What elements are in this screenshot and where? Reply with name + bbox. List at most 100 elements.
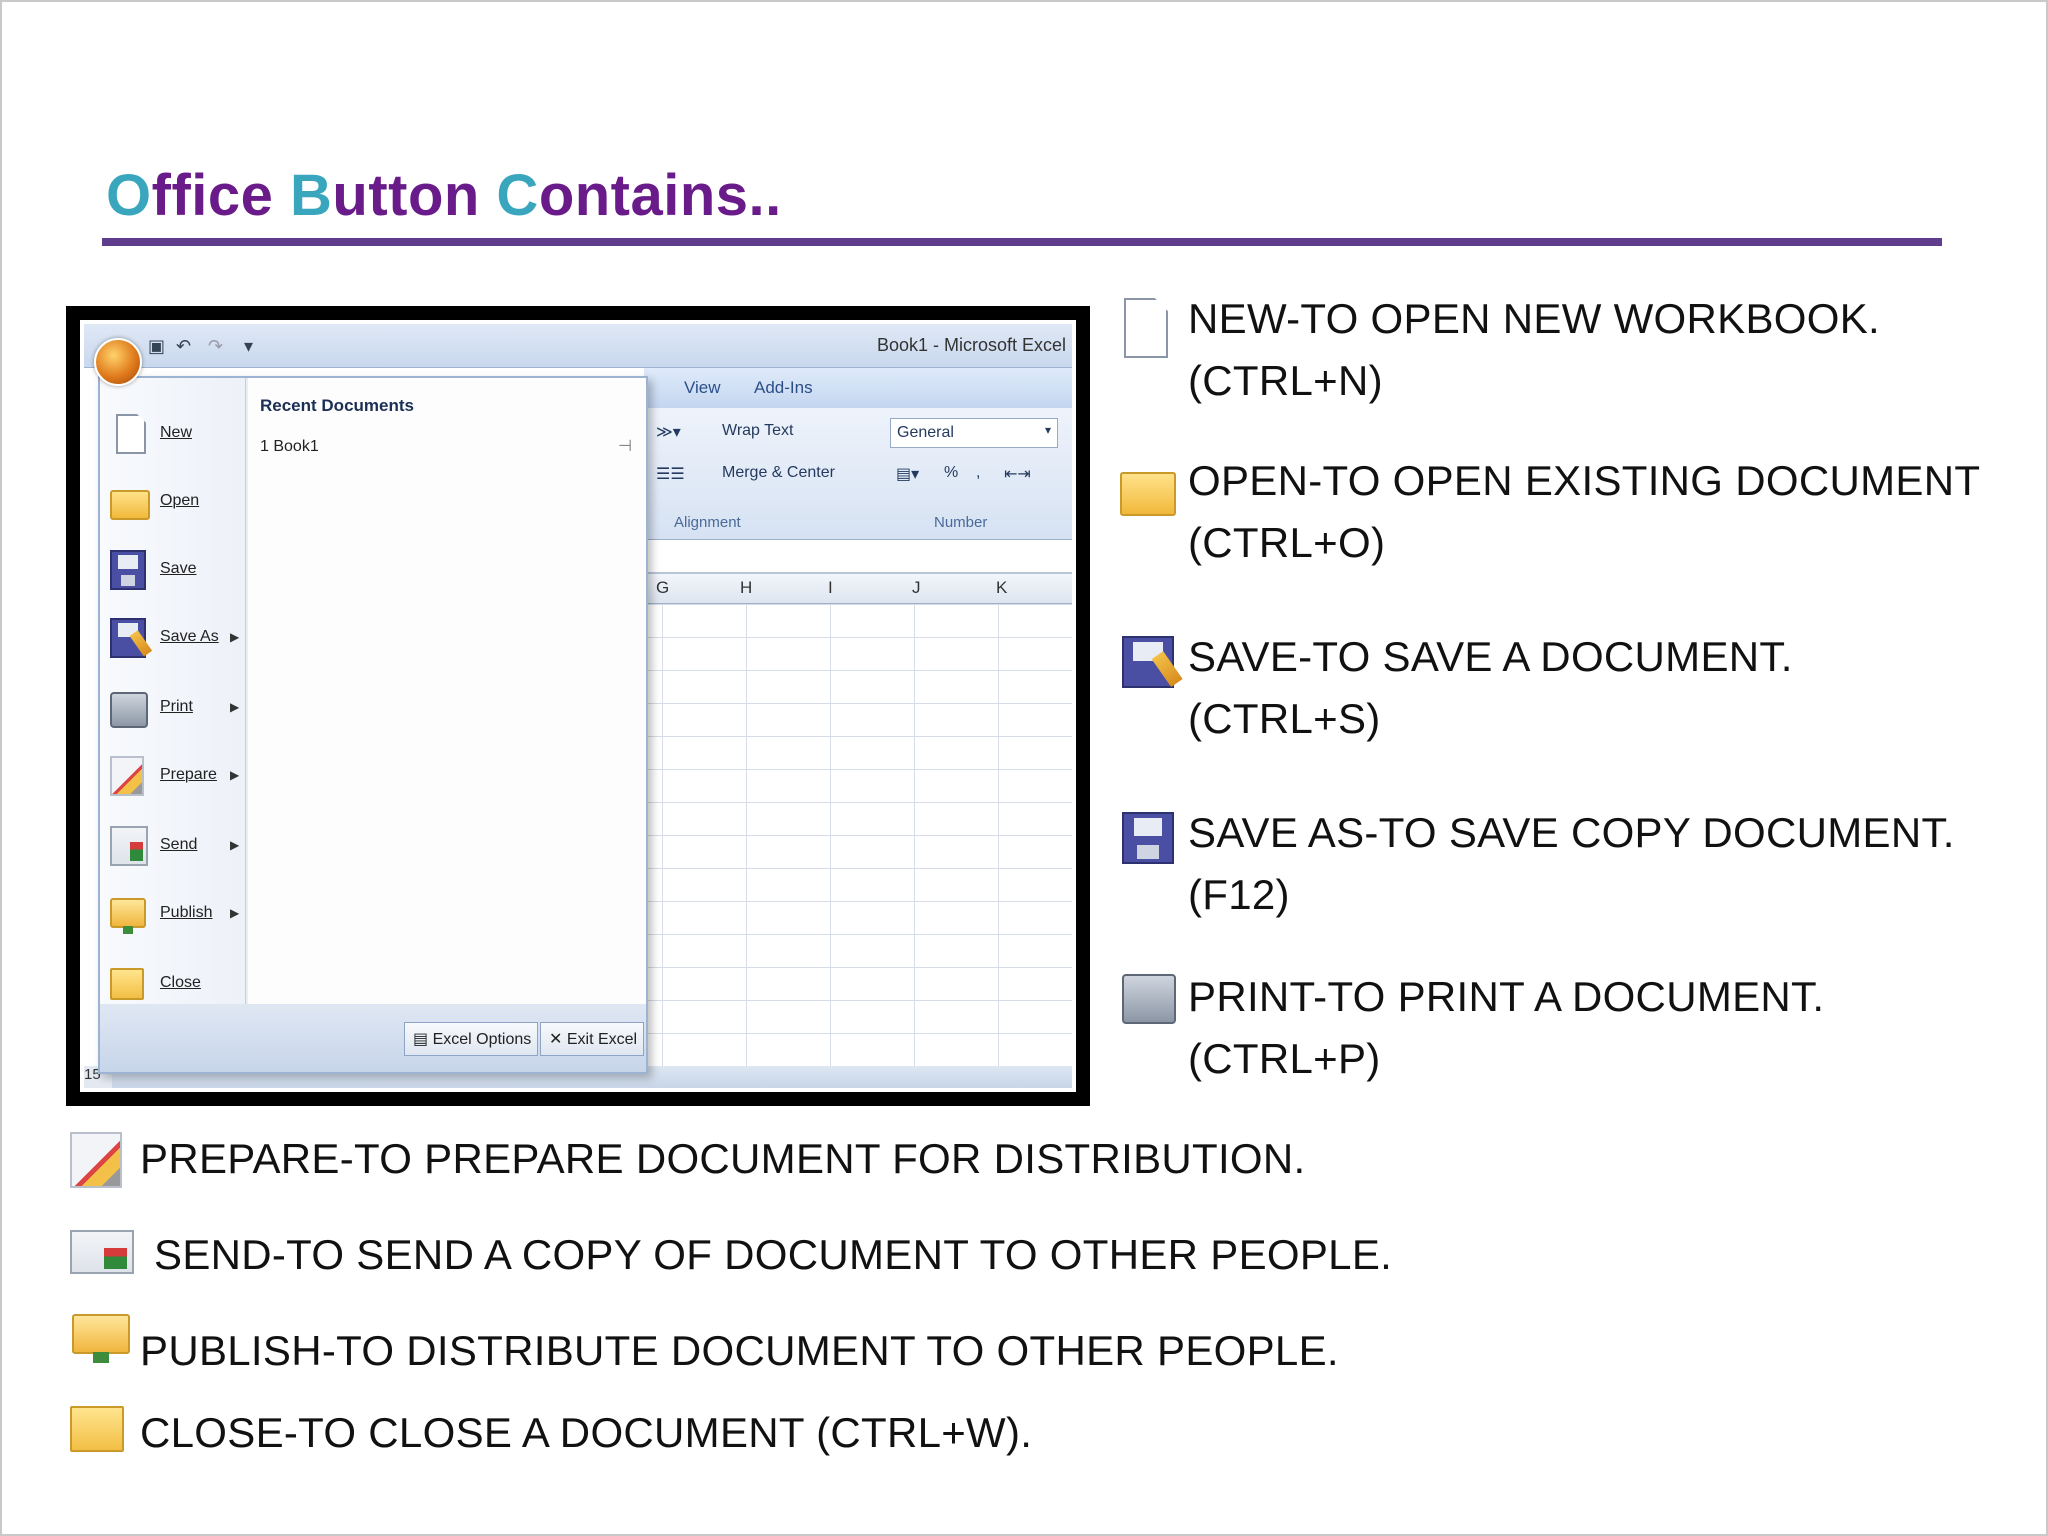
prepare-icon — [110, 756, 144, 796]
save-icon[interactable]: ▣ — [148, 336, 165, 356]
recent-document-item[interactable]: 1 Book1 — [260, 438, 319, 456]
wrap-text-button[interactable]: Wrap Text — [722, 422, 793, 440]
number-format-value: General — [897, 424, 954, 441]
title-part: B — [290, 163, 333, 228]
menu-item-prepare[interactable]: Prepare ▶ — [106, 750, 244, 806]
recent-documents-panel: Recent Documents 1 Book1 ⊣ — [248, 378, 646, 1008]
tab-add-ins[interactable]: Add-Ins — [754, 378, 813, 398]
new-doc-icon — [116, 414, 146, 454]
open-folder-icon — [1120, 472, 1176, 516]
close-icon: ✕ — [549, 1031, 567, 1048]
send-icon — [110, 826, 148, 866]
desc-prepare: PREPARE-TO PREPARE DOCUMENT FOR DISTRIBU… — [140, 1135, 1306, 1182]
menu-item-label: Publish — [160, 904, 213, 921]
menu-item-publish[interactable]: Publish ▶ — [106, 888, 244, 944]
desc-open-line2: (CTRL+O) — [1188, 519, 1386, 566]
window-title: Book1 - Microsoft Excel — [876, 335, 1066, 355]
menu-item-label: Close — [160, 974, 201, 991]
desc-save-line2: (CTRL+S) — [1188, 695, 1381, 742]
desc-print-line2: (CTRL+P) — [1188, 1035, 1381, 1082]
indent-icon[interactable]: ☰☰ — [656, 464, 685, 484]
prepare-icon — [70, 1132, 122, 1188]
menu-commands: New Open Save Save As ▶ Print ▶ Prepare … — [100, 378, 246, 1008]
menu-footer: ▤ Excel Options ✕ Exit Excel — [100, 1004, 646, 1072]
redo-icon[interactable]: ↷ — [208, 336, 223, 356]
excel-options-label: Excel Options — [432, 1031, 532, 1048]
menu-item-open[interactable]: Open — [106, 476, 244, 532]
column-header[interactable]: I — [828, 578, 833, 598]
title-part: O — [106, 163, 152, 228]
ribbon: ≫▾ Wrap Text ☰☰ Merge & Center General ▾… — [644, 408, 1072, 540]
pin-icon[interactable]: ⊣ — [618, 436, 632, 456]
save-icon — [1122, 812, 1174, 864]
undo-icon[interactable]: ↶ — [176, 336, 191, 356]
desc-save-line1: SAVE-TO SAVE A DOCUMENT. — [1188, 633, 1793, 680]
decimal-icons[interactable]: ⇤⇥ — [1004, 464, 1031, 484]
orientation-icon[interactable]: ≫▾ — [656, 422, 681, 442]
menu-item-save-as[interactable]: Save As ▶ — [106, 612, 244, 668]
customize-dropdown-icon[interactable]: ▾ — [244, 336, 253, 356]
desc-print-line1: PRINT-TO PRINT A DOCUMENT. — [1188, 973, 1825, 1020]
excel-screenshot: ▣ ↶ ↷ ▾ Book1 - Microsoft Excel View Add… — [66, 306, 1090, 1106]
menu-item-label: Prepare — [160, 766, 217, 783]
excel-window: ▣ ↶ ↷ ▾ Book1 - Microsoft Excel View Add… — [84, 324, 1072, 1088]
menu-item-new[interactable]: New — [106, 408, 244, 464]
desc-open: OPEN-TO OPEN EXISTING DOCUMENT (CTRL+O) — [1188, 450, 1980, 574]
desc-close: CLOSE-TO CLOSE A DOCUMENT (CTRL+W). — [140, 1409, 1033, 1456]
percent-button[interactable]: % — [944, 464, 958, 482]
menu-item-label: Open — [160, 492, 200, 509]
menu-item-label: Print — [160, 698, 193, 715]
currency-icon[interactable]: ▤▾ — [896, 464, 919, 484]
column-header[interactable]: K — [996, 578, 1007, 598]
printer-icon — [110, 692, 148, 728]
desc-publish: PUBLISH-TO DISTRIBUTE DOCUMENT TO OTHER … — [140, 1327, 1339, 1374]
submenu-arrow-icon: ▶ — [230, 768, 240, 782]
column-header[interactable]: G — [656, 578, 669, 598]
desc-new-line1: NEW-TO OPEN NEW WORKBOOK. — [1188, 295, 1880, 342]
desc-new: NEW-TO OPEN NEW WORKBOOK. (CTRL+N) — [1188, 288, 1880, 412]
submenu-arrow-icon: ▶ — [230, 630, 240, 644]
group-alignment-label: Alignment — [674, 514, 741, 531]
menu-item-label: Send — [160, 836, 198, 853]
recent-documents-title: Recent Documents — [260, 396, 414, 415]
quick-access-toolbar: ▣ ↶ ↷ ▾ Book1 - Microsoft Excel — [84, 324, 1072, 368]
send-icon — [70, 1230, 134, 1274]
excel-screenshot-inner: ▣ ↶ ↷ ▾ Book1 - Microsoft Excel View Add… — [80, 320, 1076, 1092]
save-as-icon — [110, 618, 146, 658]
title-part: ffice — [151, 163, 290, 228]
office-menu: New Open Save Save As ▶ Print ▶ Prepare … — [98, 376, 648, 1074]
comma-button[interactable]: , — [976, 464, 980, 482]
menu-item-print[interactable]: Print ▶ — [106, 682, 244, 738]
slide: Office Button Contains.. ▣ ↶ ↷ ▾ Book1 -… — [0, 0, 2048, 1536]
column-header[interactable]: H — [740, 578, 752, 598]
submenu-arrow-icon: ▶ — [230, 906, 240, 920]
column-header[interactable]: J — [912, 578, 921, 598]
tab-view[interactable]: View — [684, 378, 721, 398]
desc-print: PRINT-TO PRINT A DOCUMENT. (CTRL+P) — [1188, 966, 1824, 1090]
desc-open-line1: OPEN-TO OPEN EXISTING DOCUMENT — [1188, 457, 1981, 504]
column-headers: G H I J K — [644, 574, 1072, 604]
excel-options-button[interactable]: ▤ Excel Options — [404, 1022, 539, 1056]
save-as-icon — [1122, 636, 1174, 688]
publish-icon — [110, 898, 146, 934]
slide-title: Office Button Contains.. — [106, 162, 782, 229]
menu-item-send[interactable]: Send ▶ — [106, 820, 244, 876]
cell-grid[interactable] — [644, 604, 1072, 1066]
desc-save-as-line2: (F12) — [1188, 871, 1290, 918]
open-folder-icon — [110, 490, 150, 520]
title-part: utton — [332, 163, 497, 228]
number-format-select[interactable]: General ▾ — [890, 418, 1058, 448]
office-button-icon[interactable] — [94, 338, 142, 386]
exit-excel-button[interactable]: ✕ Exit Excel — [540, 1022, 645, 1056]
printer-icon — [1122, 974, 1176, 1024]
submenu-arrow-icon: ▶ — [230, 838, 240, 852]
merge-center-button[interactable]: Merge & Center — [722, 464, 835, 482]
desc-save-as: SAVE AS-TO SAVE COPY DOCUMENT. (F12) — [1188, 802, 1955, 926]
exit-excel-label: Exit Excel — [566, 1031, 638, 1048]
publish-icon — [72, 1314, 130, 1363]
menu-item-label: Save — [160, 560, 197, 577]
chevron-down-icon: ▾ — [1044, 423, 1051, 437]
menu-item-save[interactable]: Save — [106, 544, 244, 600]
formula-bar[interactable] — [644, 540, 1072, 574]
menu-item-label: New — [160, 424, 193, 441]
